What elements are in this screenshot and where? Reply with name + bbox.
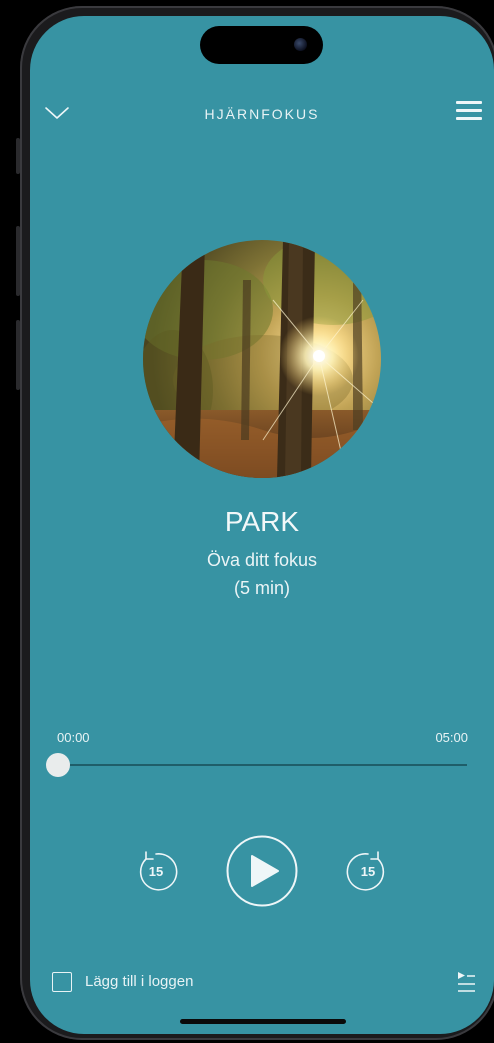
page-title: HJÄRNFOKUS bbox=[204, 106, 320, 122]
play-icon bbox=[251, 855, 279, 887]
home-indicator[interactable] bbox=[180, 1019, 346, 1024]
dynamic-island bbox=[200, 26, 323, 64]
skip-back-15-button[interactable]: 15 bbox=[134, 849, 178, 893]
forest-sunlight-image bbox=[143, 240, 381, 478]
total-time: 05:00 bbox=[435, 730, 468, 745]
hamburger-menu-icon[interactable] bbox=[456, 101, 482, 123]
player-header: HJÄRNFOKUS bbox=[30, 98, 494, 132]
skip-forward-label: 15 bbox=[360, 864, 376, 879]
add-to-log-label: Lägg till i loggen bbox=[85, 973, 194, 990]
side-button-action bbox=[16, 138, 20, 174]
progress-handle[interactable] bbox=[46, 753, 70, 777]
track-duration: (5 min) bbox=[233, 578, 290, 598]
add-to-log-checkbox[interactable] bbox=[52, 972, 72, 992]
skip-back-label: 15 bbox=[148, 864, 164, 879]
progress-track[interactable] bbox=[57, 764, 467, 766]
track-subtitle: Öva ditt fokus bbox=[206, 550, 318, 570]
side-button-volume-up bbox=[16, 226, 20, 296]
camera-icon bbox=[294, 38, 307, 51]
app-screen: HJÄRNFOKUS PARK Öva ditt fokus (5 min) 0… bbox=[30, 16, 494, 1034]
playlist-icon[interactable] bbox=[456, 970, 476, 994]
track-title: PARK bbox=[224, 506, 300, 537]
play-button[interactable] bbox=[226, 835, 298, 907]
side-button-volume-down bbox=[16, 320, 20, 390]
skip-forward-15-button[interactable]: 15 bbox=[346, 849, 390, 893]
elapsed-time: 00:00 bbox=[57, 730, 90, 745]
